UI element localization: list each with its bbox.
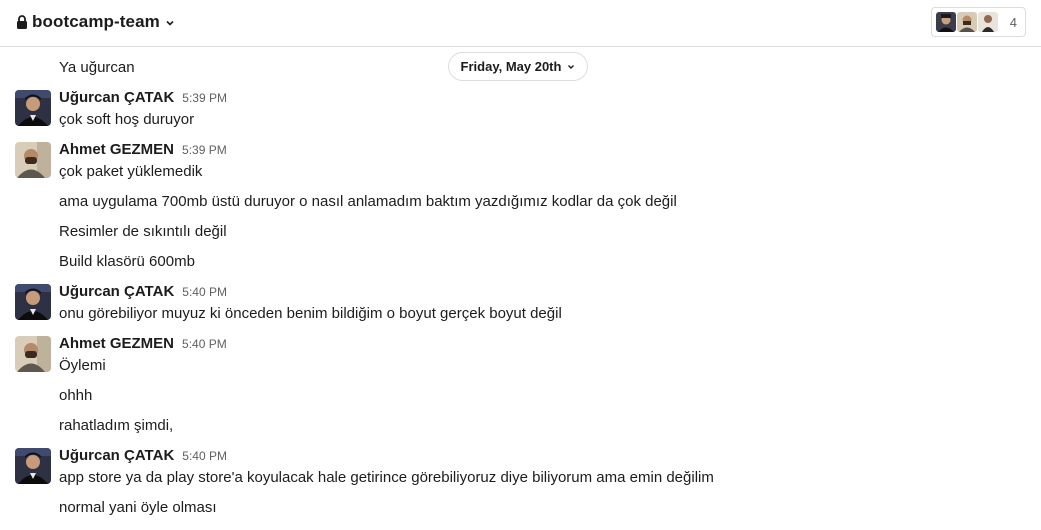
channel-name: bootcamp-team — [32, 12, 160, 31]
message-row: Uğurcan ÇATAK 5:40 PM app store ya da pl… — [0, 447, 1041, 493]
message-row: Ya uğurcan — [0, 58, 1041, 78]
message-text: normal yani öyle olması — [59, 499, 217, 516]
message-text: Resimler de sıkıntılı değil — [59, 223, 227, 240]
avatar — [935, 12, 956, 32]
message-row: Build klasörü 600mb — [0, 252, 1041, 272]
avatar — [956, 12, 977, 32]
lock-icon — [17, 15, 27, 29]
message-row: normal yani öyle olması — [0, 498, 1041, 518]
channel-name-button[interactable]: bootcamp-team — [16, 12, 175, 32]
sender-name[interactable]: Uğurcan ÇATAK — [59, 89, 174, 106]
message-text: çok soft hoş duruyor — [59, 111, 195, 128]
message-text: ohhh — [59, 387, 93, 404]
message-timestamp[interactable]: 5:39 PM — [182, 91, 227, 105]
message-row: ama uygulama 700mb üstü duruyor o nasıl … — [0, 192, 1041, 212]
avatar[interactable] — [15, 284, 51, 320]
message-text: onu görebiliyor muyuz ki önceden benim b… — [59, 305, 562, 322]
message-text: rahatladım şimdi, — [59, 417, 174, 434]
message-list: Friday, May 20th Ya uğurcan Uğurcan ÇATA… — [0, 47, 1041, 530]
message-row: Uğurcan ÇATAK 5:39 PM çok soft hoş duruy… — [0, 89, 1041, 135]
message-timestamp[interactable]: 5:40 PM — [182, 337, 227, 351]
message-row: Uğurcan ÇATAK 5:40 PM onu görebiliyor mu… — [0, 283, 1041, 329]
avatar — [977, 12, 998, 32]
avatar[interactable] — [15, 90, 51, 126]
message-text: Öylemi — [59, 357, 106, 374]
message-row: Resimler de sıkıntılı değil — [0, 222, 1041, 242]
channel-header: bootcamp-team 4 — [0, 0, 1041, 47]
avatar[interactable] — [15, 336, 51, 372]
message-row: ohhh — [0, 386, 1041, 406]
sender-name[interactable]: Uğurcan ÇATAK — [59, 447, 174, 464]
sender-name[interactable]: Uğurcan ÇATAK — [59, 283, 174, 300]
message-text: ama uygulama 700mb üstü duruyor o nasıl … — [59, 193, 677, 210]
avatar[interactable] — [15, 448, 51, 484]
sender-name[interactable]: Ahmet GEZMEN — [59, 335, 174, 352]
sender-name[interactable]: Ahmet GEZMEN — [59, 141, 174, 158]
message-timestamp[interactable]: 5:39 PM — [182, 143, 227, 157]
message-text: Ya uğurcan — [59, 59, 135, 76]
message-row: rahatladım şimdi, — [0, 416, 1041, 436]
message-row: Ahmet GEZMEN 5:39 PM çok paket yüklemedi… — [0, 141, 1041, 187]
chevron-down-icon — [166, 20, 174, 26]
message-timestamp[interactable]: 5:40 PM — [182, 285, 227, 299]
member-count: 4 — [1009, 14, 1017, 30]
message-text: app store ya da play store'a koyulacak h… — [59, 469, 714, 486]
avatar[interactable] — [15, 142, 51, 178]
message-row: Ahmet GEZMEN 5:40 PM Öylemi — [0, 335, 1041, 381]
message-text: Build klasörü 600mb — [59, 253, 195, 270]
message-text: çok paket yüklemedik — [59, 163, 203, 180]
message-timestamp[interactable]: 5:40 PM — [182, 449, 227, 463]
member-avatars — [935, 12, 998, 32]
member-list-button[interactable]: 4 — [930, 7, 1026, 37]
